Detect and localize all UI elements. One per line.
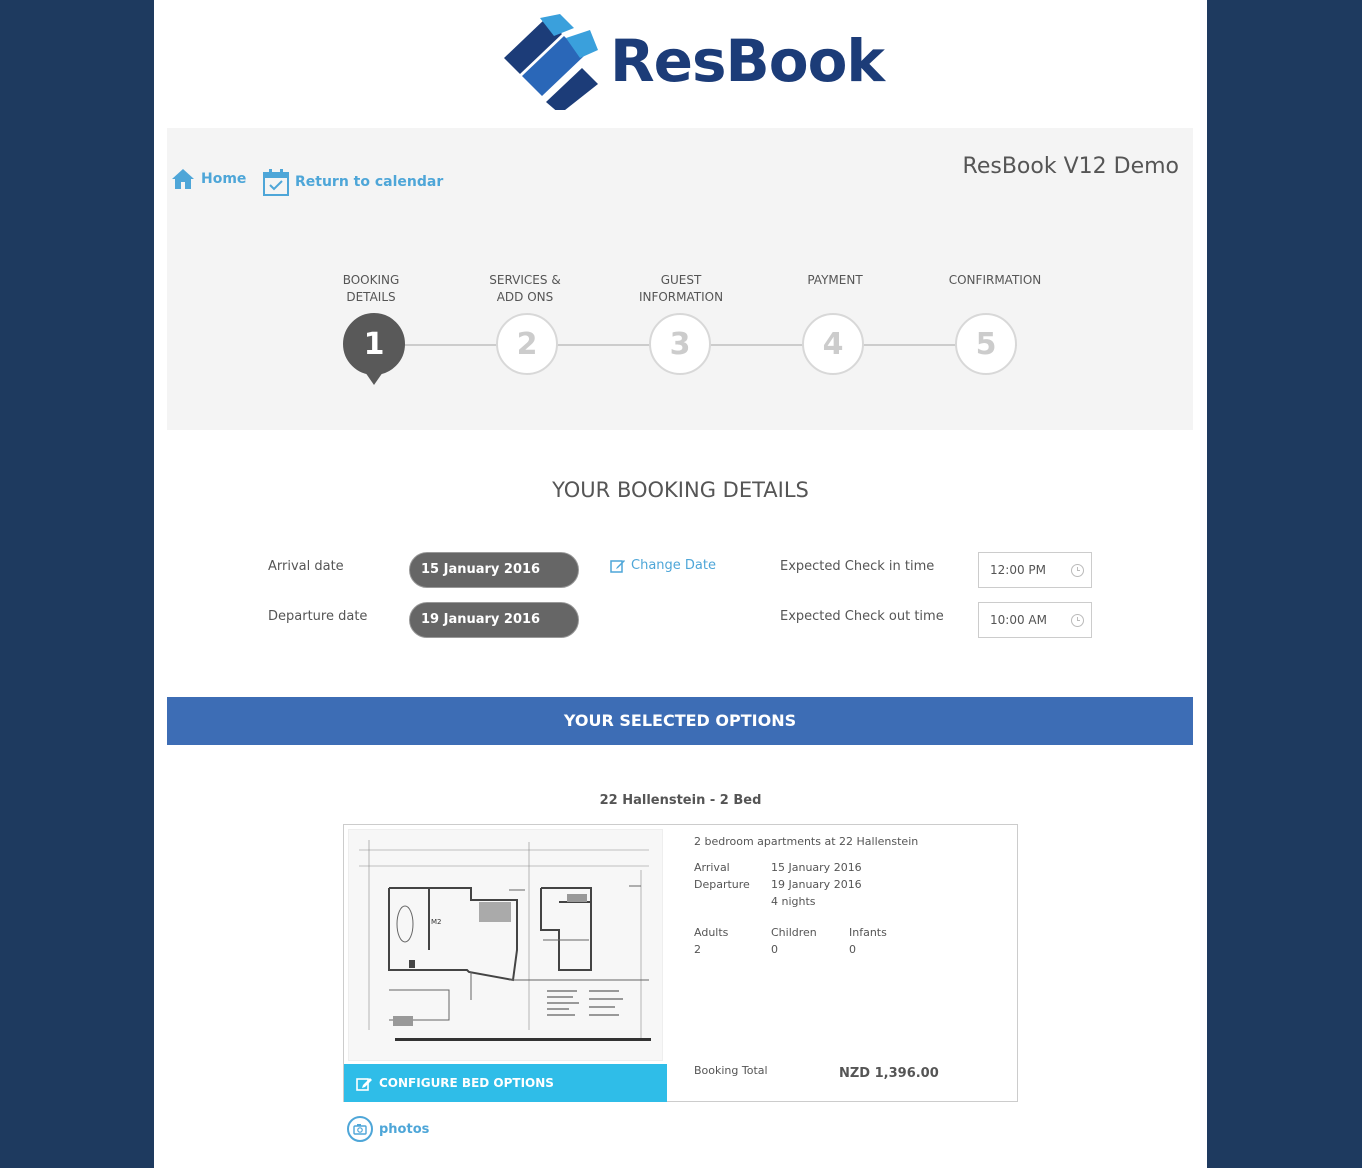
home-label: Home xyxy=(201,171,247,187)
camera-icon xyxy=(347,1116,373,1142)
infants-label: Infants xyxy=(849,926,887,939)
edit-icon xyxy=(356,1077,372,1091)
booking-total-label: Booking Total xyxy=(694,1064,768,1077)
change-date-link[interactable]: Change Date xyxy=(610,558,716,573)
photos-link[interactable]: photos xyxy=(347,1116,429,1142)
resbook-logo-mark xyxy=(504,14,598,114)
step-4-payment[interactable]: 4 xyxy=(802,313,864,375)
checkin-time-value: 12:00 PM xyxy=(990,563,1046,577)
configure-bed-options-button[interactable]: CONFIGURE BED OPTIONS xyxy=(344,1064,667,1102)
checkin-time-input[interactable]: 12:00 PM xyxy=(978,552,1092,588)
clock-icon xyxy=(1071,564,1084,577)
checkout-time-input[interactable]: 10:00 AM xyxy=(978,602,1092,638)
booking-details-title: YOUR BOOKING DETAILS xyxy=(552,478,809,502)
room-title: 22 Hallenstein - 2 Bed xyxy=(599,793,762,808)
header-panel: Home Return to calendar ResBook V12 Demo… xyxy=(167,128,1193,430)
booking-total-value: NZD 1,396.00 xyxy=(839,1066,939,1081)
arrival-date-label: Arrival date xyxy=(268,559,344,574)
room-description: 2 bedroom apartments at 22 Hallenstein xyxy=(694,835,919,848)
room-card: M2 CONFIGURE BED OPTIONS 2 bedroom apart… xyxy=(343,824,1018,1102)
step-label-services: SERVICES & ADD ONS xyxy=(489,273,561,304)
arrival-label: Arrival xyxy=(694,861,730,874)
adults-label: Adults xyxy=(694,926,729,939)
step-label-payment: PAYMENT xyxy=(807,273,863,287)
departure-date-field[interactable]: 19 January 2016 xyxy=(409,602,579,638)
clock-icon xyxy=(1071,614,1084,627)
step-label-confirmation: CONFIRMATION xyxy=(948,273,1042,287)
photos-label: photos xyxy=(379,1121,430,1137)
step-label-guest-information: GUEST INFORMATION xyxy=(638,273,724,304)
page-title: ResBook V12 Demo xyxy=(962,154,1179,179)
change-date-label: Change Date xyxy=(631,558,716,573)
step-2-services[interactable]: 2 xyxy=(496,313,558,375)
step-label-booking-details: BOOKING DETAILS xyxy=(342,273,400,304)
resbook-logo[interactable]: ResBook xyxy=(502,14,885,114)
return-to-calendar-label: Return to calendar xyxy=(295,174,444,190)
edit-icon xyxy=(610,560,625,573)
step-1-booking-details[interactable]: 1 xyxy=(343,313,405,385)
children-value: 0 xyxy=(771,943,778,956)
checkin-time-label: Expected Check in time xyxy=(780,559,935,574)
adults-value: 2 xyxy=(694,943,701,956)
infants-value: 0 xyxy=(849,943,856,956)
step-5-confirmation[interactable]: 5 xyxy=(955,313,1017,375)
departure-date-label: Departure date xyxy=(268,609,368,624)
departure-value: 19 January 2016 xyxy=(771,878,862,891)
page: ResBook Home Return to calendar ResBook … xyxy=(154,0,1207,1168)
selected-options-bar: YOUR SELECTED OPTIONS xyxy=(167,697,1193,745)
arrival-value: 15 January 2016 xyxy=(771,861,862,874)
floor-plan-room-label: M2 xyxy=(431,918,442,926)
departure-label: Departure xyxy=(694,878,750,891)
calendar-icon xyxy=(263,169,289,196)
checkout-time-label: Expected Check out time xyxy=(780,609,944,624)
checkout-time-value: 10:00 AM xyxy=(990,613,1047,627)
floor-plan-image[interactable]: M2 xyxy=(348,829,663,1061)
brand-name: ResBook xyxy=(610,27,885,95)
floor-plan-drawing: M2 xyxy=(349,830,662,1060)
home-icon xyxy=(172,169,194,189)
return-to-calendar-link[interactable]: Return to calendar xyxy=(263,168,443,196)
arrival-date-field[interactable]: 15 January 2016 xyxy=(409,552,579,588)
step-3-guest-information[interactable]: 3 xyxy=(649,313,711,375)
home-link[interactable]: Home xyxy=(171,168,246,190)
children-label: Children xyxy=(771,926,817,939)
configure-bed-options-label: CONFIGURE BED OPTIONS xyxy=(379,1076,554,1090)
nights-value: 4 nights xyxy=(771,895,816,908)
